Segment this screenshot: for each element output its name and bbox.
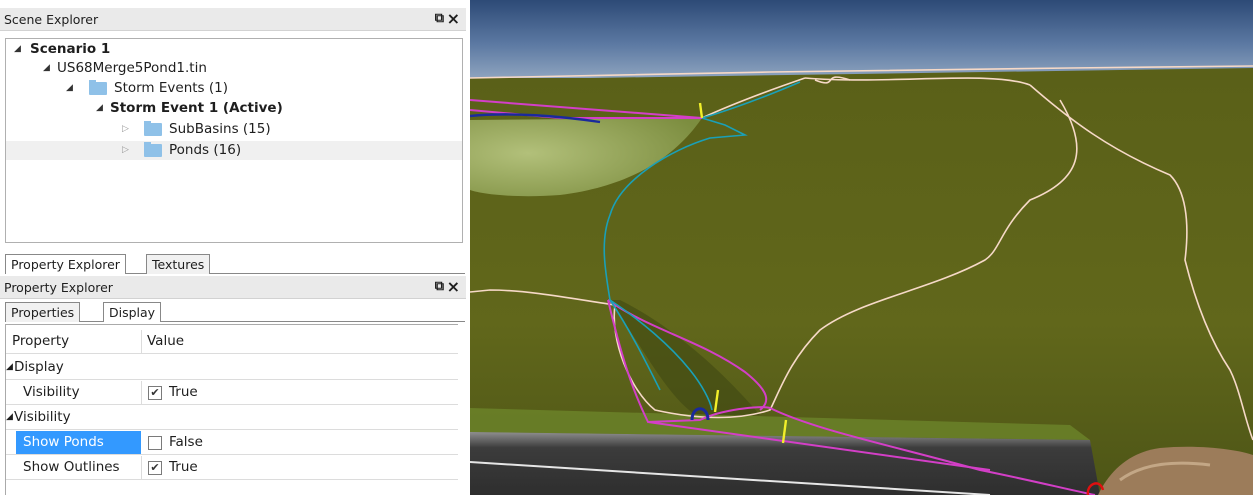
- folder-icon: [89, 80, 107, 95]
- expand-icon[interactable]: ◢: [6, 356, 13, 379]
- close-icon[interactable]: ×: [447, 277, 460, 296]
- property-row-show-ponds[interactable]: Show Ponds False: [6, 431, 458, 455]
- explorer-tabs: Property Explorer Textures: [5, 254, 465, 274]
- tree-node-label: Ponds (16): [169, 142, 242, 158]
- category-display[interactable]: ◢ Display: [6, 356, 458, 380]
- tab-property-explorer[interactable]: Property Explorer: [5, 254, 126, 274]
- column-header-property: Property: [12, 333, 70, 349]
- expand-icon[interactable]: ◢: [43, 59, 50, 78]
- tab-display[interactable]: Display: [103, 302, 162, 322]
- folder-icon: [144, 142, 162, 157]
- tree-node-label: Scenario 1: [30, 41, 111, 57]
- property-value: False: [169, 434, 203, 450]
- left-dock: Scene Explorer ⧉ × ◢ Scenario 1 ◢ US68Me…: [0, 0, 470, 495]
- tree-node-storm-events[interactable]: ◢ Storm Events (1): [66, 79, 286, 98]
- terrain-viewport[interactable]: [470, 0, 1253, 495]
- property-explorer-header: Property Explorer ⧉ ×: [0, 276, 466, 299]
- category-label: Display: [14, 359, 64, 375]
- scene-explorer-header: Scene Explorer ⧉ ×: [0, 8, 466, 31]
- property-name: Show Outlines: [23, 459, 120, 475]
- show-ponds-checkbox[interactable]: [148, 436, 162, 450]
- grid-header: Property Value: [6, 330, 458, 354]
- expand-icon[interactable]: ◢: [66, 79, 73, 98]
- property-row-visibility[interactable]: Visibility ✔ True: [6, 381, 458, 405]
- visibility-checkbox[interactable]: ✔: [148, 386, 162, 400]
- tree-node-subbasins[interactable]: ▷ SubBasins (15): [122, 120, 342, 139]
- terrain-render: [470, 0, 1253, 495]
- column-header-value: Value: [147, 333, 185, 349]
- tree-node-ponds[interactable]: ▷ Ponds (16): [6, 141, 462, 160]
- show-outlines-checkbox[interactable]: ✔: [148, 461, 162, 475]
- property-name: Show Ponds: [16, 431, 141, 454]
- folder-icon: [144, 121, 162, 136]
- property-value: True: [169, 459, 198, 475]
- collapsed-icon[interactable]: ▷: [122, 141, 129, 160]
- category-visibility[interactable]: ◢ Visibility: [6, 406, 458, 430]
- category-label: Visibility: [14, 409, 71, 425]
- tree-node-label: Storm Event 1 (Active): [110, 100, 283, 116]
- property-tabs: Properties Display: [5, 302, 465, 322]
- expand-icon[interactable]: ◢: [96, 99, 103, 118]
- tab-properties[interactable]: Properties: [5, 302, 81, 322]
- column-divider: [141, 381, 142, 404]
- column-divider: [141, 456, 142, 479]
- close-icon[interactable]: ×: [447, 9, 460, 28]
- property-explorer-title: Property Explorer: [4, 280, 113, 295]
- tree-node-label: Storm Events (1): [114, 80, 228, 96]
- tree-node-label: SubBasins (15): [169, 121, 271, 137]
- collapsed-icon[interactable]: ▷: [122, 120, 129, 139]
- tab-textures[interactable]: Textures: [146, 254, 211, 274]
- column-divider: [141, 330, 142, 353]
- expand-icon[interactable]: ◢: [6, 406, 13, 429]
- tree-node-label: US68Merge5Pond1.tin: [57, 60, 207, 76]
- property-row-show-outlines[interactable]: Show Outlines ✔ True: [6, 456, 458, 480]
- property-grid: Property Value ◢ Display Visibility ✔ Tr…: [5, 324, 458, 495]
- pin-icon[interactable]: ⧉: [435, 11, 444, 26]
- scene-explorer-title: Scene Explorer: [4, 12, 99, 27]
- scene-tree: ◢ Scenario 1 ◢ US68Merge5Pond1.tin ◢ Sto…: [5, 38, 463, 243]
- expand-icon[interactable]: ◢: [14, 40, 21, 59]
- property-value: True: [169, 384, 198, 400]
- pin-icon[interactable]: ⧉: [435, 279, 444, 294]
- property-name: Visibility: [23, 384, 80, 400]
